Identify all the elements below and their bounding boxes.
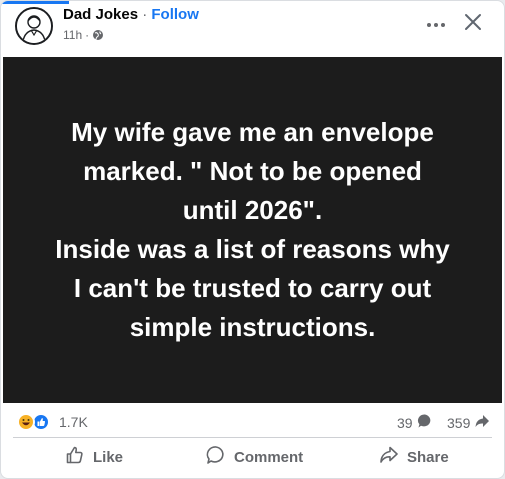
post-image[interactable]: My wife gave me an envelope marked. " No… xyxy=(3,57,502,403)
comments-count[interactable]: 39 xyxy=(397,413,433,432)
haha-icon xyxy=(17,413,35,431)
joke-text: My wife gave me an envelope marked. " No… xyxy=(55,117,450,342)
globe-icon xyxy=(92,29,104,41)
author-line: Dad Jokes · Follow xyxy=(63,6,199,24)
reaction-icons xyxy=(17,413,53,431)
comment-label: Comment xyxy=(234,448,304,466)
shares-count[interactable]: 359 xyxy=(447,413,490,432)
comment-bubble-icon xyxy=(417,413,433,432)
actions-row: Like Comment Share xyxy=(1,438,504,476)
like-label: Like xyxy=(93,448,124,466)
share-count-value: 359 xyxy=(447,414,471,431)
like-button[interactable]: Like xyxy=(65,441,123,473)
comment-icon xyxy=(206,445,226,469)
close-button[interactable] xyxy=(456,9,490,39)
meta-separator: · xyxy=(85,28,90,42)
share-icon xyxy=(379,445,399,469)
comment-button[interactable]: Comment xyxy=(206,441,303,473)
comment-count-value: 39 xyxy=(397,414,413,431)
thumbs-up-icon xyxy=(65,445,85,469)
share-arrow-icon xyxy=(474,413,490,432)
post-time[interactable]: 11h xyxy=(63,27,82,43)
stats-row: 1.7K 39 359 xyxy=(1,407,504,437)
share-label: Share xyxy=(407,448,449,466)
reactions-summary[interactable]: 1.7K xyxy=(17,413,88,431)
post-card: Dad Jokes · Follow 11h · My wife gave me… xyxy=(0,0,505,479)
name-separator: · xyxy=(142,6,148,23)
more-dots-icon xyxy=(426,15,446,33)
share-button[interactable]: Share xyxy=(379,441,449,473)
post-meta: 11h · xyxy=(63,27,104,43)
follow-button[interactable]: Follow xyxy=(151,6,199,23)
reaction-count: 1.7K xyxy=(59,414,88,430)
more-options-button[interactable] xyxy=(419,9,453,39)
author-name[interactable]: Dad Jokes xyxy=(63,6,138,23)
avatar[interactable] xyxy=(15,7,53,45)
close-icon xyxy=(464,13,482,36)
post-header: Dad Jokes · Follow 11h · xyxy=(1,1,504,55)
